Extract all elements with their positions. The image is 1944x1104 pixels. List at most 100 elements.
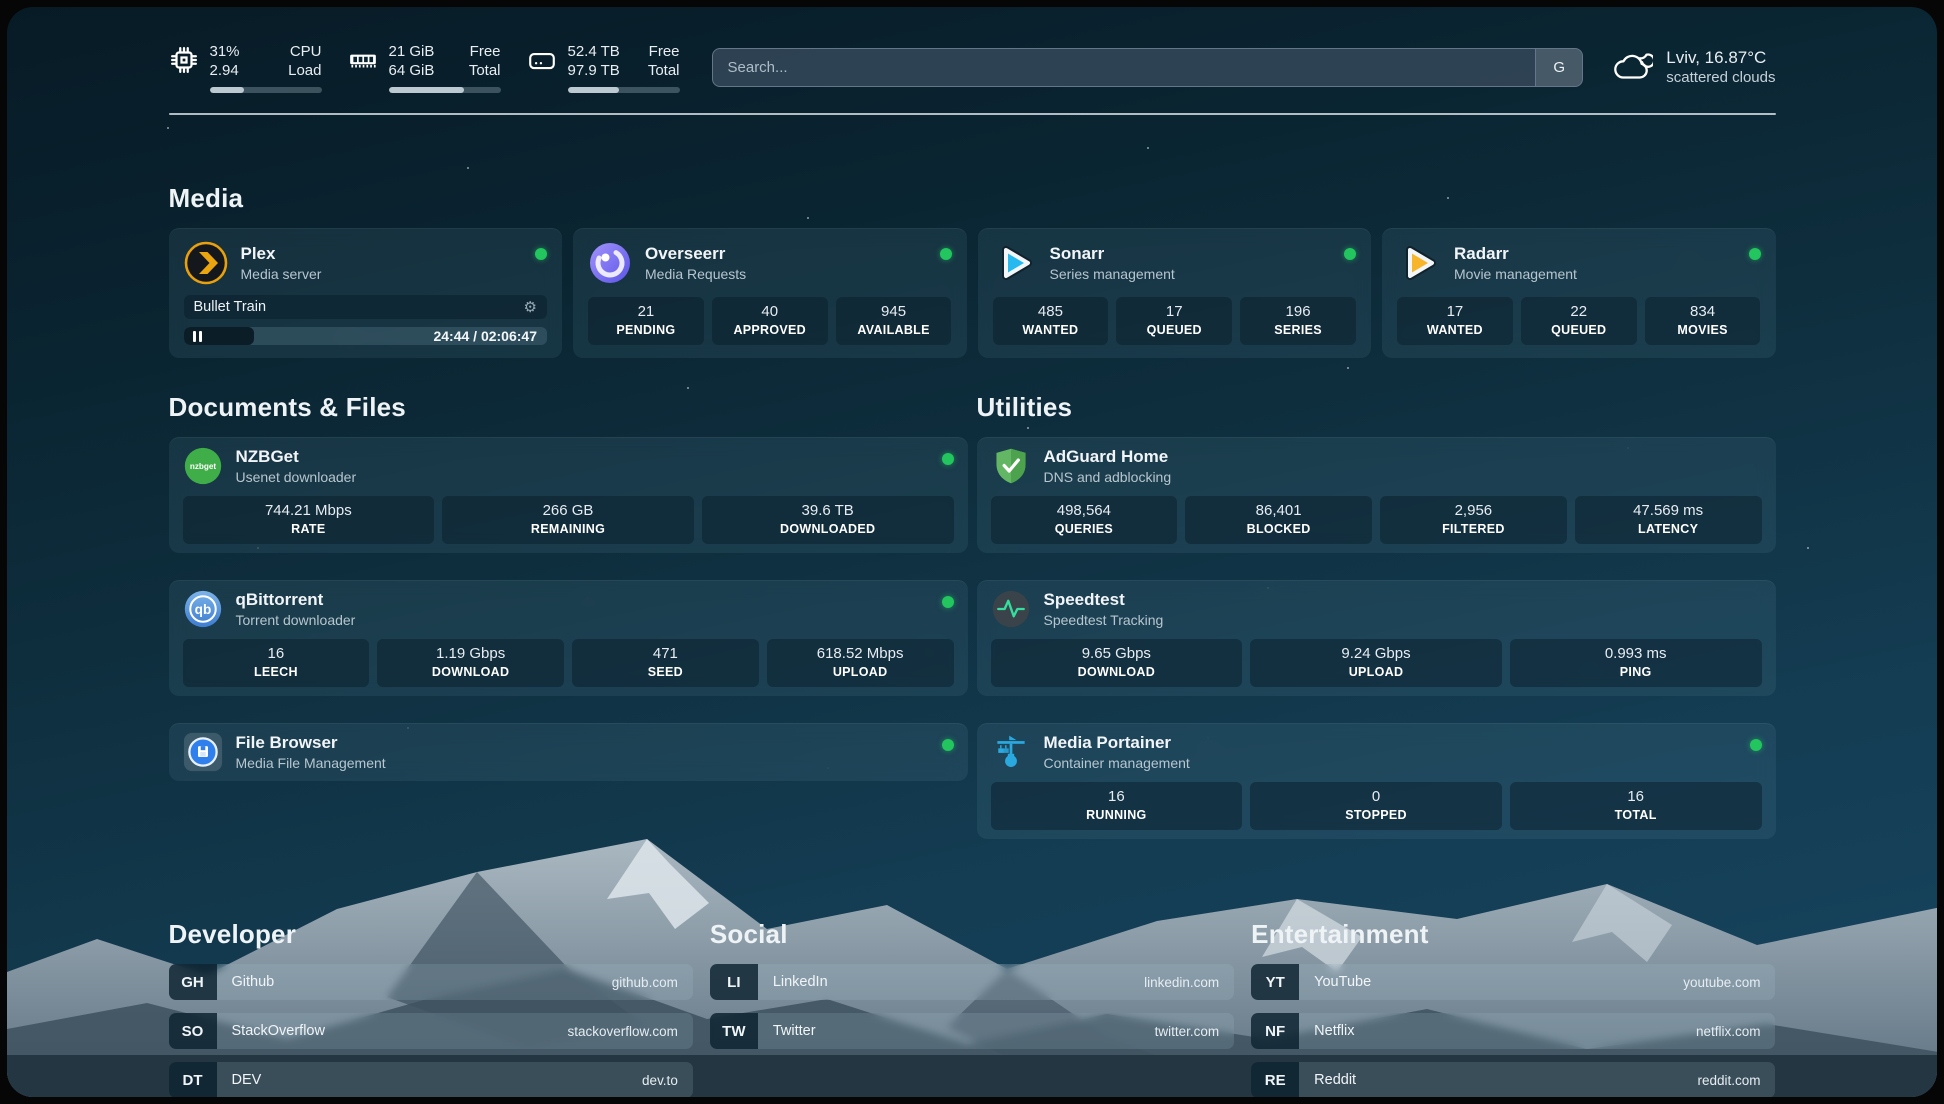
bookmark-url: twitter.com: [1155, 1013, 1235, 1049]
portainer-icon: [991, 732, 1031, 772]
card-sonarr[interactable]: Sonarr Series management 485WANTED 17QUE…: [978, 228, 1372, 358]
app-description: Usenet downloader: [236, 469, 357, 485]
status-online-dot: [1344, 248, 1356, 260]
bookmark-abbr: DT: [169, 1062, 217, 1097]
bookmark-name: Github: [217, 964, 275, 1000]
app-name: Speedtest: [1044, 590, 1164, 610]
card-speedtest[interactable]: Speedtest Speedtest Tracking 9.65 GbpsDO…: [977, 580, 1776, 696]
dashboard-window: 31% 2.94 CPU Load: [7, 7, 1937, 1097]
bookmark-github[interactable]: GH Github github.com: [169, 964, 693, 1000]
app-name: Media Portainer: [1044, 733, 1190, 753]
search-engine-button[interactable]: G: [1535, 49, 1582, 86]
search-input[interactable]: [713, 49, 1536, 86]
cpu-load-value: 2.94: [210, 61, 264, 81]
memory-total-label: Total: [459, 61, 501, 81]
disk-icon: [527, 45, 557, 75]
status-online-dot: [1750, 739, 1762, 751]
section-social: Social LI LinkedIn linkedin.com TW Twitt…: [710, 919, 1234, 1097]
sonarr-icon: [993, 241, 1037, 285]
bookmark-name: Netflix: [1299, 1013, 1354, 1049]
cloud-icon: [1611, 49, 1653, 85]
stat-upload: 618.52 MbpsUPLOAD: [767, 639, 954, 687]
stat-stopped: 0STOPPED: [1250, 782, 1502, 830]
bookmark-url: github.com: [612, 964, 693, 1000]
stat-seed: 471SEED: [572, 639, 759, 687]
memory-icon: [348, 45, 378, 75]
bookmark-linkedin[interactable]: LI LinkedIn linkedin.com: [710, 964, 1234, 1000]
bookmark-abbr: TW: [710, 1013, 758, 1049]
bookmark-url: reddit.com: [1697, 1062, 1775, 1097]
disk-progress-bar: [568, 87, 680, 93]
svg-text:nzbget: nzbget: [189, 462, 216, 471]
bookmark-abbr: YT: [1251, 964, 1299, 1000]
app-description: Torrent downloader: [236, 612, 356, 628]
bookmark-stackoverflow[interactable]: SO StackOverflow stackoverflow.com: [169, 1013, 693, 1049]
stat-download: 9.65 GbpsDOWNLOAD: [991, 639, 1243, 687]
bookmark-url: dev.to: [642, 1062, 693, 1097]
app-description: Series management: [1050, 266, 1175, 282]
section-documents: Documents & Files nzbget: [169, 392, 968, 839]
disk-stat: 52.4 TB 97.9 TB Free Total: [527, 42, 680, 93]
app-name: Sonarr: [1050, 244, 1175, 264]
bookmark-abbr: GH: [169, 964, 217, 1000]
stat-latency: 47.569 msLATENCY: [1575, 496, 1762, 544]
adguard-icon: [991, 446, 1031, 486]
card-qbittorrent[interactable]: qb qBittorrent Torrent downloader: [169, 580, 968, 696]
card-adguard[interactable]: AdGuard Home DNS and adblocking 498,564Q…: [977, 437, 1776, 553]
card-radarr[interactable]: Radarr Movie management 17WANTED 22QUEUE…: [1382, 228, 1776, 358]
social-section-title: Social: [710, 919, 1234, 950]
app-description: Container management: [1044, 755, 1190, 771]
disk-total-value: 97.9 TB: [568, 61, 622, 81]
stat-filtered: 2,956FILTERED: [1380, 496, 1567, 544]
entertainment-section-title: Entertainment: [1251, 919, 1775, 950]
memory-free-value: 21 GiB: [389, 42, 443, 62]
app-description: Media Requests: [645, 266, 746, 282]
bookmark-twitter[interactable]: TW Twitter twitter.com: [710, 1013, 1234, 1049]
bookmark-youtube[interactable]: YT YouTube youtube.com: [1251, 964, 1775, 1000]
stat-queued: 17QUEUED: [1116, 297, 1232, 345]
bookmark-abbr: NF: [1251, 1013, 1299, 1049]
pause-icon: [193, 331, 202, 342]
card-filebrowser[interactable]: File Browser Media File Management: [169, 723, 968, 781]
header-divider: [169, 113, 1776, 115]
app-description: Speedtest Tracking: [1044, 612, 1164, 628]
stat-wanted: 485WANTED: [993, 297, 1109, 345]
weather-widget: Lviv, 16.87°C scattered clouds: [1611, 48, 1775, 86]
cpu-usage-value: 31%: [210, 42, 264, 62]
memory-progress-bar: [389, 87, 501, 93]
memory-stat: 21 GiB 64 GiB Free Total: [348, 42, 501, 93]
card-overseerr[interactable]: Overseerr Media Requests 21PENDING 40APP…: [573, 228, 967, 358]
documents-section-title: Documents & Files: [169, 392, 968, 423]
app-name: AdGuard Home: [1044, 447, 1172, 467]
stat-upload: 9.24 GbpsUPLOAD: [1250, 639, 1502, 687]
plex-icon: [184, 241, 228, 285]
stat-running: 16RUNNING: [991, 782, 1243, 830]
card-portainer[interactable]: Media Portainer Container management 16R…: [977, 723, 1776, 839]
app-description: Movie management: [1454, 266, 1577, 282]
status-online-dot: [1749, 248, 1761, 260]
now-playing-title: Bullet Train: [194, 299, 267, 315]
card-plex[interactable]: Plex Media server Bullet Train ⚙ 24:44: [169, 228, 563, 358]
qbittorrent-icon: qb: [183, 589, 223, 629]
app-name: qBittorrent: [236, 590, 356, 610]
status-online-dot: [535, 248, 547, 260]
stat-available: 945AVAILABLE: [836, 297, 952, 345]
cpu-icon: [169, 45, 199, 75]
stat-download: 1.19 GbpsDOWNLOAD: [377, 639, 564, 687]
settings-icon[interactable]: ⚙: [524, 300, 537, 315]
now-playing-row: Bullet Train ⚙: [184, 295, 548, 319]
bookmark-reddit[interactable]: RE Reddit reddit.com: [1251, 1062, 1775, 1097]
memory-free-label: Free: [459, 42, 501, 62]
section-entertainment: Entertainment YT YouTube youtube.com NF …: [1251, 919, 1775, 1097]
section-utilities: Utilities: [977, 392, 1776, 839]
bookmark-url: stackoverflow.com: [568, 1013, 693, 1049]
bookmark-abbr: RE: [1251, 1062, 1299, 1097]
playback-progress-bar[interactable]: 24:44 / 02:06:47: [184, 327, 548, 345]
bookmark-url: netflix.com: [1696, 1013, 1776, 1049]
bookmark-dev[interactable]: DT DEV dev.to: [169, 1062, 693, 1097]
app-description: Media File Management: [236, 755, 386, 771]
status-online-dot: [940, 248, 952, 260]
bookmark-netflix[interactable]: NF Netflix netflix.com: [1251, 1013, 1775, 1049]
card-nzbget[interactable]: nzbget NZBGet Usenet downloader 74: [169, 437, 968, 553]
stat-rate: 744.21 MbpsRATE: [183, 496, 435, 544]
